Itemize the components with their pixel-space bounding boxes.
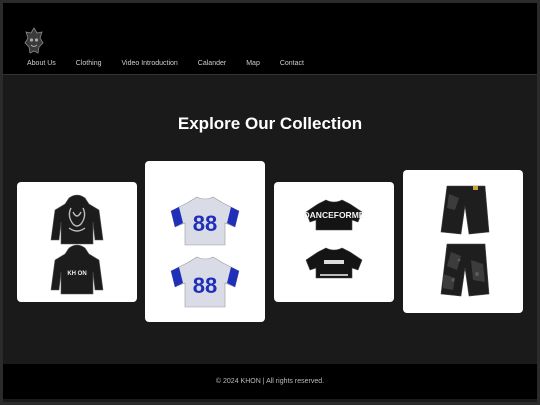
- collection-heading: Explore Our Collection: [177, 114, 363, 133]
- black-tshirt-pair-image: DANCEFORME: [304, 199, 365, 279]
- khon-mask-logo-icon[interactable]: [23, 27, 45, 55]
- nav-map[interactable]: Map: [246, 60, 260, 67]
- shorts-label-tag: [473, 186, 478, 190]
- tshirt-small-print-graphic: [324, 260, 344, 264]
- product-card-hoodies[interactable]: KH ON: [17, 182, 137, 302]
- blue-white-jersey-pair-image: 88 88: [170, 196, 240, 308]
- jersey-number-bottom: 88: [193, 273, 217, 298]
- product-card-tshirts[interactable]: DANCEFORME: [274, 182, 394, 302]
- tshirt-hem-print-graphic: [320, 274, 348, 276]
- site-footer: © 2024 KHON | All rights reserved.: [3, 364, 537, 399]
- hoodie-print: KH ON: [67, 271, 86, 277]
- main-nav: About Us Clothing Video Introduction Cal…: [27, 60, 324, 67]
- black-camo-shorts-pair-image: [440, 185, 490, 297]
- nav-calander[interactable]: Calander: [198, 60, 226, 67]
- black-hoodie-pair-image: KH ON: [50, 194, 104, 295]
- nav-about-us[interactable]: About Us: [27, 60, 56, 67]
- jersey-number-top: 88: [193, 211, 217, 236]
- copyright-text: © 2024 KHON | All rights reserved.: [215, 378, 325, 385]
- nav-clothing[interactable]: Clothing: [76, 60, 102, 67]
- site-header: About Us Clothing Video Introduction Cal…: [3, 3, 537, 75]
- product-card-jerseys[interactable]: 88 88: [145, 161, 265, 322]
- nav-video-introduction[interactable]: Video Introduction: [121, 60, 177, 67]
- nav-contact[interactable]: Contact: [280, 60, 304, 67]
- product-card-shorts[interactable]: [403, 170, 523, 313]
- tshirt-print: DANCEFORME: [304, 210, 365, 220]
